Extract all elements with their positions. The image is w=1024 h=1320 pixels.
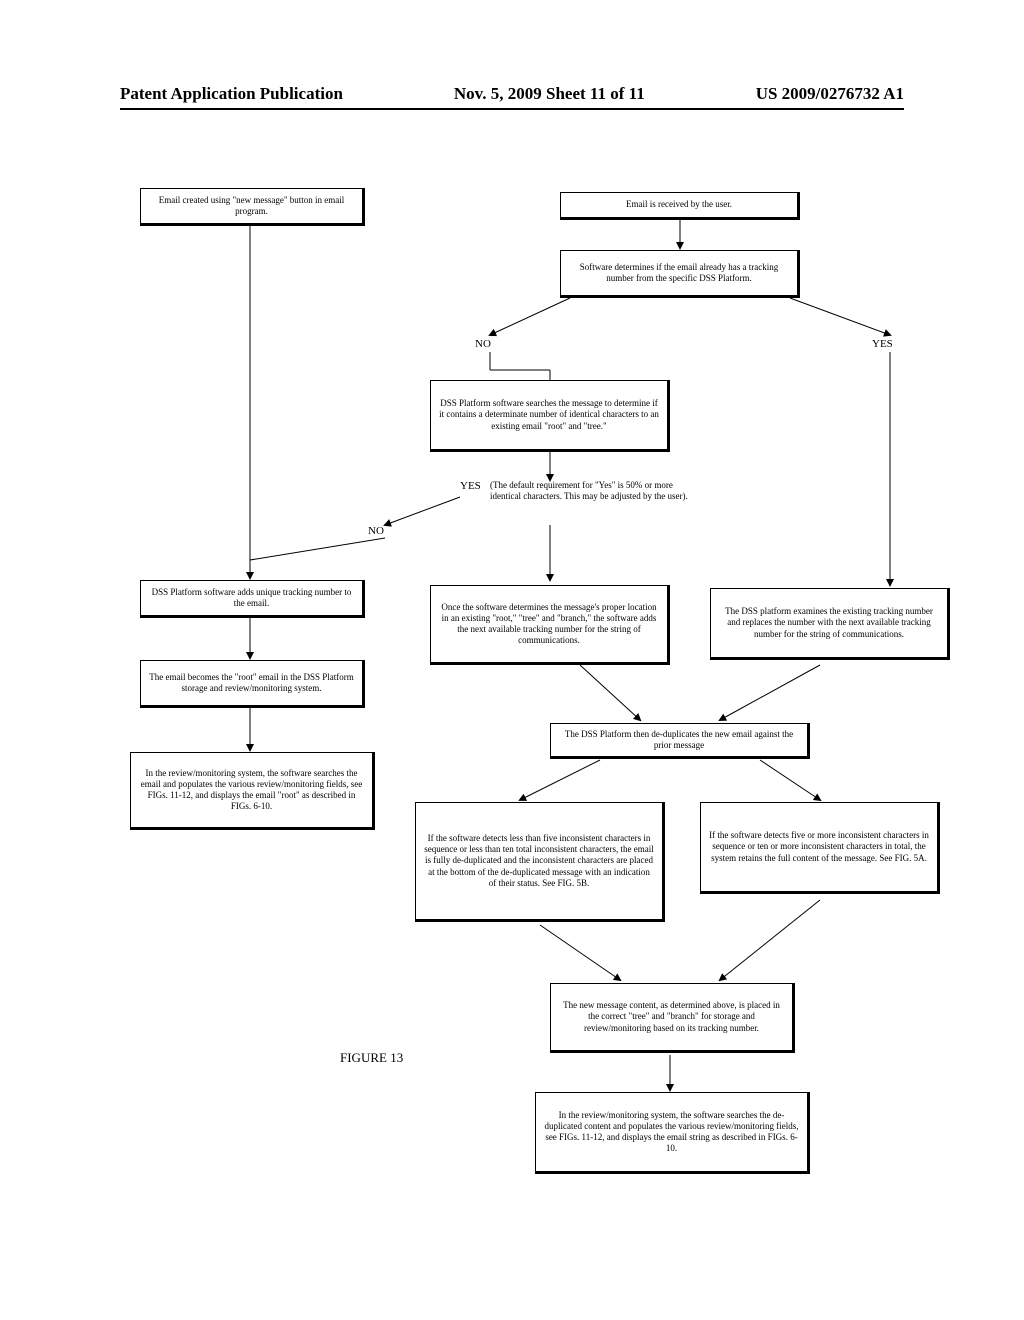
box-final-review: In the review/monitoring system, the sof… xyxy=(535,1092,810,1174)
box-start-left: Email created using "new message" button… xyxy=(140,188,365,226)
box-becomes-root: The email becomes the "root" email in th… xyxy=(140,660,365,708)
box-proper-location: Once the software determines the message… xyxy=(430,585,670,665)
figure-label: FIGURE 13 xyxy=(340,1050,403,1066)
note-yes-2: (The default requirement for "Yes" is 50… xyxy=(490,480,700,503)
label-no-1: NO xyxy=(475,338,491,350)
box-dedup: The DSS Platform then de-duplicates the … xyxy=(550,723,810,759)
label-yes-2: YES xyxy=(460,480,481,492)
label-yes-1: YES xyxy=(872,338,893,350)
connector-lines xyxy=(120,180,904,1240)
box-search-chars: DSS Platform software searches the messa… xyxy=(430,380,670,452)
box-start-right: Email is received by the user. xyxy=(560,192,800,220)
box-dedup-left: If the software detects less than five i… xyxy=(415,802,665,922)
box-placed: The new message content, as determined a… xyxy=(550,983,795,1053)
box-add-unique: DSS Platform software adds unique tracki… xyxy=(140,580,365,618)
flowchart-canvas: Email created using "new message" button… xyxy=(120,180,904,1240)
box-dedup-right: If the software detects five or more inc… xyxy=(700,802,940,894)
box-check-tracking: Software determines if the email already… xyxy=(560,250,800,298)
box-review-root: In the review/monitoring system, the sof… xyxy=(130,752,375,830)
header-left: Patent Application Publication xyxy=(120,84,343,104)
header-right: US 2009/0276732 A1 xyxy=(756,84,904,104)
box-examines-existing: The DSS platform examines the existing t… xyxy=(710,588,950,660)
header-rule xyxy=(120,108,904,110)
header-center: Nov. 5, 2009 Sheet 11 of 11 xyxy=(454,84,645,104)
label-no-2: NO xyxy=(368,525,384,537)
